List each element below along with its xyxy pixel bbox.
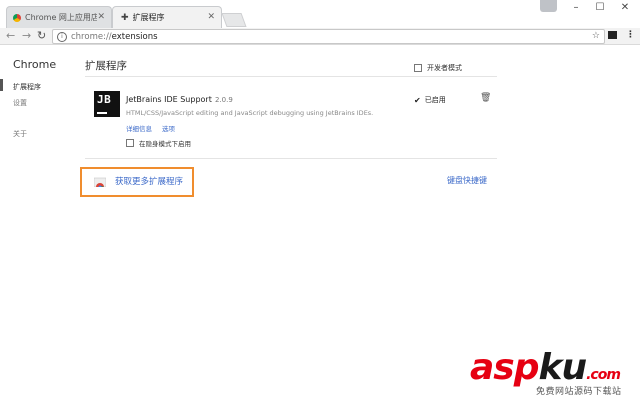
puzzle-icon: ✚ xyxy=(121,12,129,23)
tab-label: 扩展程序 xyxy=(132,13,165,22)
enabled-toggle[interactable]: ✔ 已启用 xyxy=(414,95,446,105)
keyboard-shortcuts-link[interactable]: 键盘快捷键 xyxy=(447,175,487,186)
address-bar[interactable]: i chrome://extensions ☆ xyxy=(52,29,605,44)
menu-icon[interactable]: ⋮ xyxy=(626,30,635,40)
incognito-label: 在隐身模式下启用 xyxy=(139,140,191,148)
extension-name: JetBrains IDE Support xyxy=(126,95,212,104)
developer-mode-label: 开发者模式 xyxy=(427,64,462,72)
jetbrains-logo-icon: JB xyxy=(94,91,120,117)
tab-label: Chrome 网上应用店 - Je xyxy=(25,13,97,22)
back-button[interactable]: ← xyxy=(6,29,15,42)
options-link[interactable]: 选项 xyxy=(162,123,175,133)
toolbar-divider xyxy=(0,44,640,45)
get-more-extensions-link[interactable]: 获取更多扩展程序 xyxy=(115,175,183,187)
extension-version: 2.0.9 xyxy=(215,96,233,104)
sidebar-title: Chrome xyxy=(13,58,57,71)
reload-button[interactable]: ↻ xyxy=(37,29,46,42)
close-window-button[interactable]: ✕ xyxy=(614,2,636,13)
developer-mode-checkbox[interactable] xyxy=(414,64,422,72)
info-icon[interactable]: i xyxy=(57,31,67,42)
maximize-button[interactable]: ☐ xyxy=(589,2,611,13)
sidebar-item-about[interactable]: 关于 xyxy=(13,129,27,139)
profile-avatar[interactable] xyxy=(540,0,557,12)
selected-indicator xyxy=(0,79,3,91)
trash-icon[interactable]: 🗑 xyxy=(480,93,491,103)
extension-description: HTML/CSS/JavaScript editing and JavaScri… xyxy=(126,109,374,117)
tab-webstore[interactable]: Chrome 网上应用店 - Je ✕ xyxy=(6,6,112,28)
forward-button[interactable]: → xyxy=(22,29,31,42)
sidebar-item-extensions[interactable]: 扩展程序 xyxy=(13,82,41,92)
sidebar-item-settings[interactable]: 设置 xyxy=(13,98,27,108)
incognito-toggle[interactable]: 在隐身模式下启用 xyxy=(126,138,191,148)
details-link[interactable]: 详细信息 xyxy=(126,123,152,133)
url-scheme: chrome:// xyxy=(71,31,112,42)
webstore-favicon-icon xyxy=(13,13,21,22)
tab-close-icon[interactable]: ✕ xyxy=(97,12,105,22)
checkmark-icon[interactable]: ✔ xyxy=(414,95,421,105)
bookmark-star-icon[interactable]: ☆ xyxy=(592,31,600,41)
new-tab-button[interactable] xyxy=(221,13,247,27)
webstore-icon xyxy=(94,177,106,187)
enabled-label: 已启用 xyxy=(424,96,446,104)
tab-close-icon[interactable]: ✕ xyxy=(207,12,215,22)
tab-extensions[interactable]: ✚ 扩展程序 ✕ xyxy=(112,6,222,28)
page-title: 扩展程序 xyxy=(85,60,127,72)
url-path: extensions xyxy=(111,31,158,42)
developer-mode-toggle[interactable]: 开发者模式 xyxy=(414,63,462,73)
incognito-checkbox[interactable] xyxy=(126,139,134,147)
extension-toolbar-icon[interactable] xyxy=(608,30,617,42)
watermark-subtitle: 免费网站源码下载站 xyxy=(536,387,622,397)
extension-divider xyxy=(85,158,497,159)
minimize-button[interactable]: – xyxy=(565,2,587,13)
header-divider xyxy=(85,76,497,77)
title-bar: Chrome 网上应用店 - Je ✕ ✚ 扩展程序 ✕ – ☐ ✕ xyxy=(0,0,640,28)
